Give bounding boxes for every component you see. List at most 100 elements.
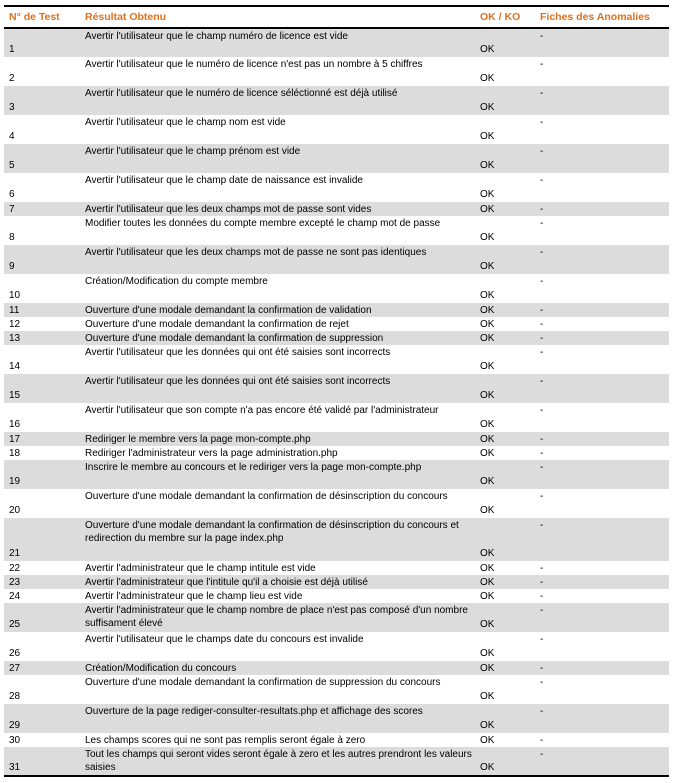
result-cell: Avertir l'utilisateur que le numéro de l…	[80, 86, 475, 115]
test-number-cell: 22	[4, 561, 80, 575]
anomaly-cell: -	[535, 575, 669, 589]
anomaly-cell: -	[535, 704, 669, 733]
result-cell: Avertir l'administrateur que le champ in…	[80, 561, 475, 575]
result-cell: Ouverture de la page rediger-consulter-r…	[80, 704, 475, 733]
result-cell: Ouverture d'une modale demandant la conf…	[80, 331, 475, 345]
ok-ko-cell: OK	[475, 202, 535, 216]
table-row: 8 Modifier toutes les données du compte m…	[4, 216, 669, 245]
table-row: 14 Avertir l'utilisateur que les données …	[4, 345, 669, 374]
test-number-cell: 10	[4, 274, 80, 303]
anomaly-cell: -	[535, 489, 669, 518]
table-row: 18 Rediriger l'administrateur vers la pag…	[4, 446, 669, 460]
test-number-cell: 6	[4, 173, 80, 202]
test-number-cell: 13	[4, 331, 80, 345]
anomaly-cell: -	[535, 403, 669, 432]
ok-ko-cell: OK	[475, 86, 535, 115]
ok-ko-cell: OK	[475, 274, 535, 303]
table-row: 4 Avertir l'utilisateur que le champ nom …	[4, 115, 669, 144]
test-number-cell: 5	[4, 144, 80, 173]
ok-ko-cell: OK	[475, 733, 535, 747]
test-results-table: N° de Test Résultat Obtenu OK / KO Fiche…	[4, 5, 669, 777]
anomaly-cell: -	[535, 317, 669, 331]
anomaly-cell: -	[535, 173, 669, 202]
ok-ko-cell: OK	[475, 632, 535, 661]
table-row: 12 Ouverture d'une modale demandant la co…	[4, 317, 669, 331]
header-anomalies: Fiches des Anomalies	[535, 5, 669, 29]
table-row: 13 Ouverture d'une modale demandant la co…	[4, 331, 669, 345]
ok-ko-cell: OK	[475, 28, 535, 57]
test-number-cell: 11	[4, 303, 80, 317]
test-number-cell: 1	[4, 28, 80, 57]
anomaly-cell: -	[535, 661, 669, 675]
result-cell: Avertir l'administrateur que le champ li…	[80, 589, 475, 603]
result-cell: Ouverture d'une modale demandant la conf…	[80, 675, 475, 704]
result-cell: Avertir l'utilisateur que le champ date …	[80, 173, 475, 202]
result-cell: Ouverture d'une modale demandant la conf…	[80, 489, 475, 518]
test-number-cell: 12	[4, 317, 80, 331]
ok-ko-cell: OK	[475, 245, 535, 274]
table-row: 30 Les champs scores qui ne sont pas remp…	[4, 733, 669, 747]
table-row: 17 Rediriger le membre vers la page mon-c…	[4, 432, 669, 446]
result-cell: Avertir l'utilisateur que les données qu…	[80, 374, 475, 403]
table-row: 25 Avertir l'administrateur que le champ …	[4, 603, 669, 632]
table-row: 7 Avertir l'utilisateur que les deux cham…	[4, 202, 669, 216]
ok-ko-cell: OK	[475, 144, 535, 173]
anomaly-cell: -	[535, 632, 669, 661]
test-number-cell: 23	[4, 575, 80, 589]
ok-ko-cell: OK	[475, 589, 535, 603]
result-cell: Avertir l'administrateur que l'intitule …	[80, 575, 475, 589]
test-number-cell: 3	[4, 86, 80, 115]
test-number-cell: 9	[4, 245, 80, 274]
table-row: 21 Ouverture d'une modale demandant la co…	[4, 518, 669, 561]
table-header: N° de Test Résultat Obtenu OK / KO Fiche…	[4, 5, 669, 29]
ok-ko-cell: OK	[475, 57, 535, 86]
test-number-cell: 19	[4, 460, 80, 489]
result-cell: Création/Modification du concours	[80, 661, 475, 675]
result-cell: Avertir l'utilisateur que les deux champ…	[80, 245, 475, 274]
table-row: 20 Ouverture d'une modale demandant la co…	[4, 489, 669, 518]
anomaly-cell: -	[535, 561, 669, 575]
result-cell: Avertir l'utilisateur que le champ nom e…	[80, 115, 475, 144]
test-number-cell: 31	[4, 747, 80, 777]
table-row: 10 Création/Modification du compte membre…	[4, 274, 669, 303]
anomaly-cell: -	[535, 675, 669, 704]
test-number-cell: 17	[4, 432, 80, 446]
test-number-cell: 28	[4, 675, 80, 704]
ok-ko-cell: OK	[475, 331, 535, 345]
test-number-cell: 24	[4, 589, 80, 603]
anomaly-cell: -	[535, 303, 669, 317]
table-row: 16 Avertir l'utilisateur que son compte n…	[4, 403, 669, 432]
anomaly-cell: -	[535, 733, 669, 747]
anomaly-cell: -	[535, 460, 669, 489]
test-number-cell: 27	[4, 661, 80, 675]
result-cell: Création/Modification du compte membre	[80, 274, 475, 303]
anomaly-cell: -	[535, 245, 669, 274]
anomaly-cell: -	[535, 86, 669, 115]
table-row: 5 Avertir l'utilisateur que le champ prén…	[4, 144, 669, 173]
table-row: 29 Ouverture de la page rediger-consulter…	[4, 704, 669, 733]
table-row: 15 Avertir l'utilisateur que les données …	[4, 374, 669, 403]
test-number-cell: 8	[4, 216, 80, 245]
ok-ko-cell: OK	[475, 489, 535, 518]
anomaly-cell: -	[535, 345, 669, 374]
result-cell: Tout les champs qui seront vides seront …	[80, 747, 475, 777]
table-row: 19 Inscrire le membre au concours et le r…	[4, 460, 669, 489]
ok-ko-cell: OK	[475, 704, 535, 733]
table-row: 23 Avertir l'administrateur que l'intitul…	[4, 575, 669, 589]
test-number-cell: 7	[4, 202, 80, 216]
table-row: 11 Ouverture d'une modale demandant la co…	[4, 303, 669, 317]
result-cell: Ouverture d'une modale demandant la conf…	[80, 303, 475, 317]
table-body: 1 Avertir l'utilisateur que le champ numé…	[4, 28, 669, 777]
test-number-cell: 21	[4, 518, 80, 561]
anomaly-cell: -	[535, 603, 669, 632]
test-results-sheet: N° de Test Résultat Obtenu OK / KO Fiche…	[0, 0, 673, 783]
table-row: 28 Ouverture d'une modale demandant la co…	[4, 675, 669, 704]
anomaly-cell: -	[535, 274, 669, 303]
ok-ko-cell: OK	[475, 675, 535, 704]
table-row: 3 Avertir l'utilisateur que le numéro de …	[4, 86, 669, 115]
table-row: 27 Création/Modification du concours OK -	[4, 661, 669, 675]
test-number-cell: 30	[4, 733, 80, 747]
ok-ko-cell: OK	[475, 303, 535, 317]
header-result: Résultat Obtenu	[80, 5, 475, 29]
ok-ko-cell: OK	[475, 345, 535, 374]
